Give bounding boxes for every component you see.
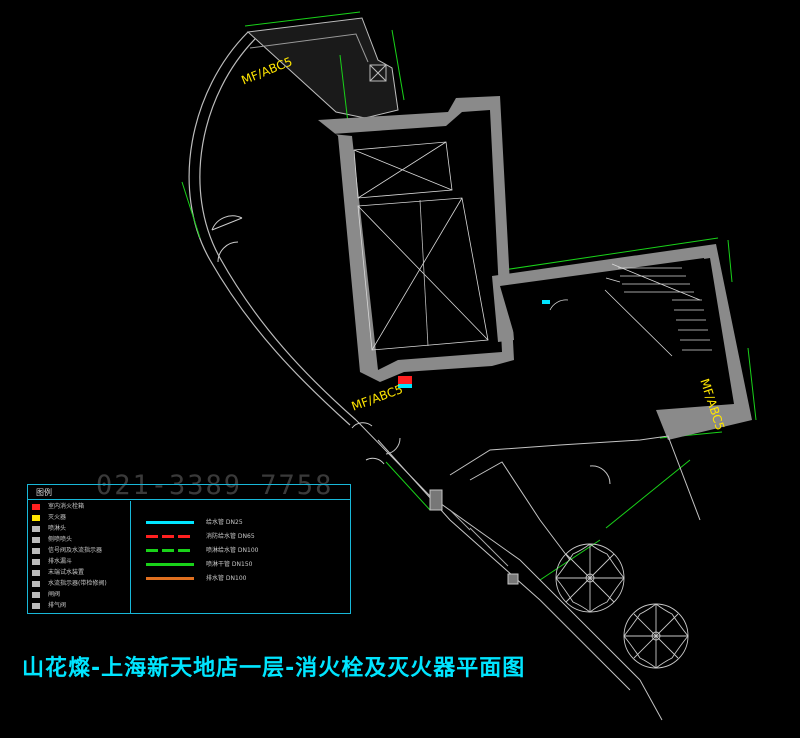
legend-left-item: 排水漏斗 <box>32 557 128 567</box>
legend-left-text: 排气阀 <box>48 602 67 609</box>
legend-right-item: 喷淋干管 DN150 <box>146 559 346 571</box>
side-sprinkler-symbol-icon <box>32 536 40 543</box>
legend-right-text: 给水管 DN25 <box>206 519 243 526</box>
legend-left-item: 灭火器 <box>32 513 128 523</box>
legend-header: 图例 <box>28 485 350 500</box>
drain-funnel-symbol-icon <box>32 558 40 565</box>
legend-left-item: 喷淋头 <box>32 524 128 534</box>
legend-left-item: 水流指示器(带检修阀) <box>32 579 128 589</box>
extinguisher-symbol-icon <box>32 514 40 521</box>
legend-right-item: 消防给水管 DN65 <box>146 531 346 543</box>
signal-valve-symbol-icon <box>32 547 40 554</box>
main-line-swatch <box>146 563 194 566</box>
legend-left-text: 末端试水装置 <box>48 569 85 576</box>
drawing-title: 山花燦-上海新天地店一层-消火栓及灭火器平面图 <box>22 656 526 681</box>
legend-left-text: 水流指示器(带检修阀) <box>48 580 107 587</box>
water-line-swatch <box>146 521 194 524</box>
sprinkler-line-swatch <box>146 549 194 552</box>
legend-left-text: 室内消火栓箱 <box>48 503 85 510</box>
legend-left-item: 末端试水装置 <box>32 568 128 578</box>
legend-left-item: 侧喷喷头 <box>32 535 128 545</box>
vent-valve-symbol-icon <box>32 602 40 609</box>
central-core <box>318 96 514 382</box>
legend-right-item: 给水管 DN25 <box>146 517 346 529</box>
legend-box: 图例 室内消火栓箱 灭火器 喷淋头 侧喷喷头 信号阀及水流指示器 排水漏斗 末端… <box>27 484 351 614</box>
legend-left-text: 喷淋头 <box>48 525 67 532</box>
gate-valve-symbol-icon <box>32 591 40 598</box>
hydrant-symbol-icon <box>32 503 40 510</box>
legend-divider <box>130 501 131 613</box>
sprinkler-symbol-icon <box>32 525 40 532</box>
legend-right-text: 消防给水管 DN65 <box>206 533 255 540</box>
legend-right-text: 排水管 DN100 <box>206 575 247 582</box>
legend-left-item: 排气阀 <box>32 601 128 611</box>
legend-left-item: 室内消火栓箱 <box>32 502 128 512</box>
legend-right-item: 喷淋给水管 DN100 <box>146 545 346 557</box>
legend-left-text: 侧喷喷头 <box>48 536 73 543</box>
drain-line-swatch <box>146 577 194 580</box>
fire-line-swatch <box>146 535 194 538</box>
legend-left-item: 闸阀 <box>32 590 128 600</box>
legend-right-item: 排水管 DN100 <box>146 573 346 585</box>
floor-plan-drawing <box>181 11 757 721</box>
flow-indicator-symbol-icon <box>32 580 40 587</box>
legend-left-text: 信号阀及水流指示器 <box>48 547 103 554</box>
legend-right-text: 喷淋给水管 DN100 <box>206 547 259 554</box>
legend-right-text: 喷淋干管 DN150 <box>206 561 253 568</box>
legend-left-text: 闸阀 <box>48 591 61 598</box>
legend-left-text: 灭火器 <box>48 514 67 521</box>
legend-left-item: 信号阀及水流指示器 <box>32 546 128 556</box>
test-device-symbol-icon <box>32 569 40 576</box>
umbrella-table-1 <box>555 543 625 613</box>
legend-left-text: 排水漏斗 <box>48 558 73 565</box>
umbrella-table-2 <box>623 603 689 669</box>
